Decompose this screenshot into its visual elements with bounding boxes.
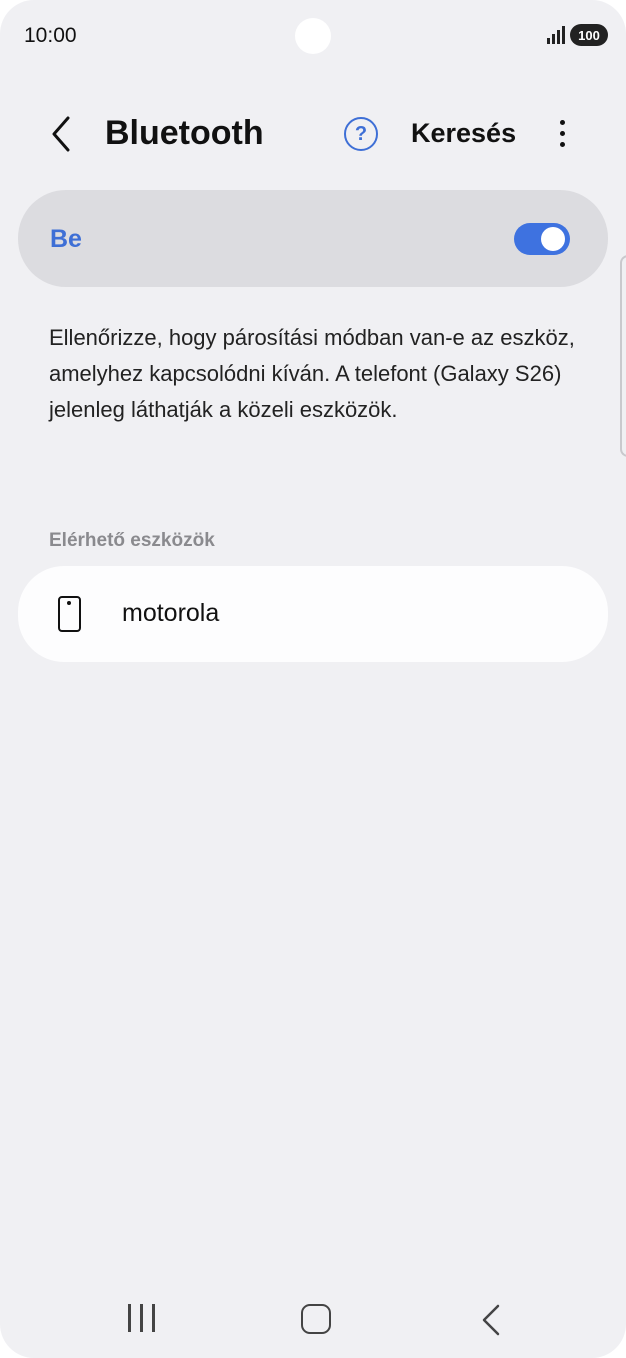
battery-indicator: 100 [570,24,608,46]
available-devices-header: Elérhető eszközök [49,530,215,551]
status-bar: 10:00 100 [0,0,626,70]
status-time: 10:00 [24,24,77,47]
device-row-motorola[interactable]: motorola [18,566,608,662]
signal-bars-icon [547,26,565,44]
navigation-bar [0,1290,626,1350]
pairing-description: Ellenőrizze, hogy párosítási módban van-… [49,325,575,422]
home-icon[interactable] [301,1304,331,1334]
bluetooth-switch[interactable] [514,223,570,255]
page-title: Bluetooth [105,114,264,152]
recent-apps-icon[interactable] [128,1304,156,1334]
vertical-dots-icon[interactable] [550,116,574,152]
scroll-indicator [620,255,626,457]
back-chevron-icon[interactable] [476,1302,506,1338]
bluetooth-settings-screen: 10:00 100 Bluetooth ? Keresés Be Ellenőr… [0,0,626,1358]
front-camera-cutout [295,18,331,54]
app-header: Bluetooth ? Keresés [0,100,626,170]
chevron-left-icon[interactable] [44,114,80,154]
bluetooth-toggle-row[interactable]: Be [18,190,608,287]
question-circle-icon[interactable]: ? [344,117,378,151]
smartphone-icon [58,596,81,632]
search-button[interactable]: Keresés [411,118,516,149]
switch-knob [541,227,565,251]
device-name: motorola [122,599,220,627]
bluetooth-state-label: Be [50,225,82,253]
